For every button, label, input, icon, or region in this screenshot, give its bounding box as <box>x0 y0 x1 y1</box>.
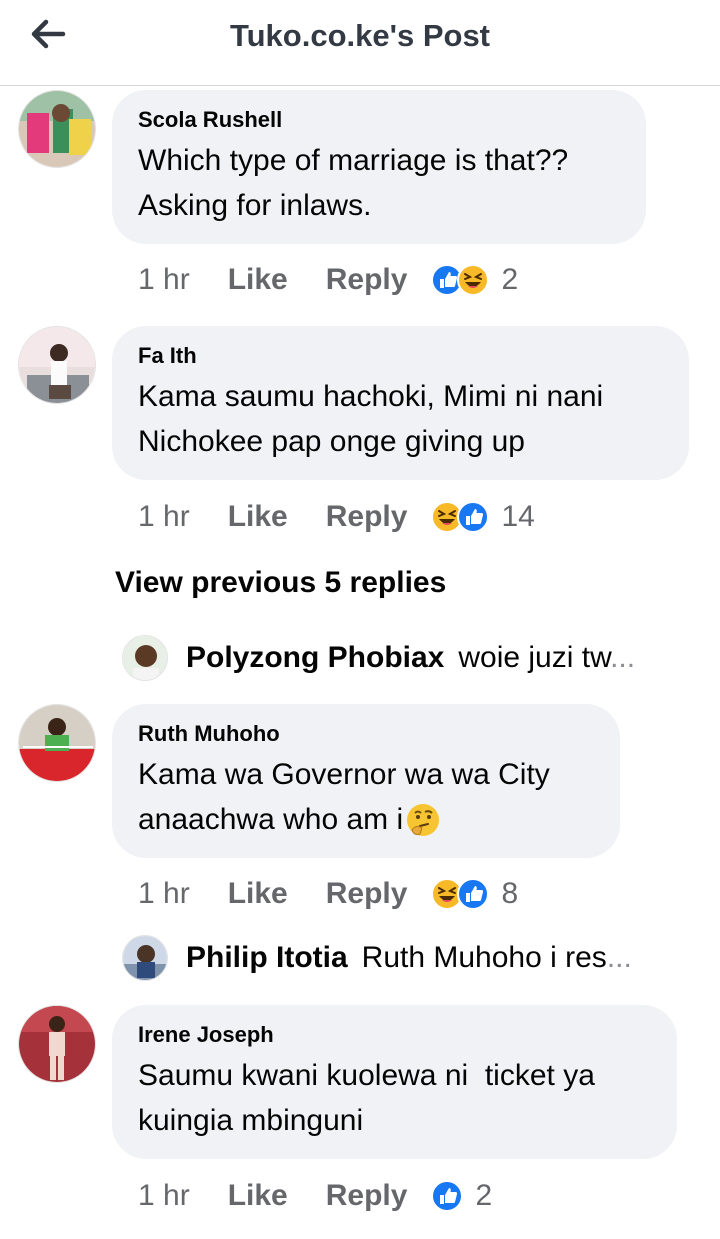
avatar[interactable] <box>18 704 96 782</box>
comment-line: Kama saumu hachoki, Mimi ni nani <box>138 380 604 413</box>
comment-time[interactable]: 1 hr <box>138 500 190 534</box>
top-bar: Tuko.co.ke's Post <box>0 0 720 86</box>
comment-author[interactable]: Ruth Muhoho <box>138 720 594 748</box>
comment-line: anaachwa who am i <box>138 803 404 836</box>
comment-line: Saumu kwani kuolewa ni ticket ya <box>138 1059 595 1092</box>
comment-actions: 1 hr Like Reply 14 <box>138 497 535 537</box>
reaction-summary[interactable] <box>431 1180 464 1212</box>
comment-time[interactable]: 1 hr <box>138 1179 190 1213</box>
comment-text: Saumu kwani kuolewa ni ticket ya kuingia… <box>138 1053 651 1143</box>
comment-actions: 1 hr Like Reply 8 <box>138 874 518 914</box>
comment-line: Asking for inlaws. <box>138 189 372 222</box>
comment-time[interactable]: 1 hr <box>138 877 190 911</box>
reply-author[interactable]: Polyzong Phobiax <box>186 641 444 675</box>
comment-line: Which type of marriage is that?? <box>138 144 569 177</box>
comment-bubble: Fa Ith Kama saumu hachoki, Mimi ni nani … <box>112 326 689 480</box>
avatar <box>122 635 168 681</box>
avatar[interactable] <box>18 326 96 404</box>
reaction-summary[interactable] <box>431 501 490 533</box>
comment-text: Kama saumu hachoki, Mimi ni nani Nichoke… <box>138 374 663 464</box>
reply-author[interactable]: Philip Itotia <box>186 941 348 975</box>
comment-bubble: Scola Rushell Which type of marriage is … <box>112 90 646 244</box>
like-button[interactable]: Like <box>228 1179 288 1213</box>
comment-line: Nichokee pap onge giving up <box>138 425 525 458</box>
like-button[interactable]: Like <box>228 877 288 911</box>
reaction-count[interactable]: 8 <box>501 877 518 911</box>
haha-reaction-icon <box>457 264 490 296</box>
avatar[interactable] <box>18 1005 96 1083</box>
reaction-summary[interactable] <box>431 264 490 296</box>
reply-preview[interactable]: Philip Itotia Ruth Muhoho i res... <box>122 934 702 982</box>
thinking-face-icon <box>407 803 440 836</box>
reply-preview[interactable]: Polyzong Phobiax woie juzi tw... <box>122 634 702 682</box>
comment-line: kuingia mbinguni <box>138 1104 364 1137</box>
comment-bubble: Ruth Muhoho Kama wa Governor wa wa City … <box>112 704 620 858</box>
comment-text: Kama wa Governor wa wa City anaachwa who… <box>138 752 594 842</box>
like-reaction-icon <box>457 501 490 533</box>
reply-button[interactable]: Reply <box>326 263 408 297</box>
comment-actions: 1 hr Like Reply 2 <box>138 1176 492 1216</box>
comment-author[interactable]: Scola Rushell <box>138 106 620 134</box>
reply-button[interactable]: Reply <box>326 500 408 534</box>
reaction-summary[interactable] <box>431 878 490 910</box>
reply-button[interactable]: Reply <box>326 1179 408 1213</box>
ellipsis: ... <box>606 941 632 974</box>
comment-line-with-emoji: anaachwa who am i <box>138 797 594 842</box>
comment-actions: 1 hr Like Reply 2 <box>138 260 518 300</box>
avatar <box>122 935 168 981</box>
comment-author[interactable]: Fa Ith <box>138 342 663 370</box>
comment-line: Kama wa Governor wa wa City <box>138 758 550 791</box>
like-button[interactable]: Like <box>228 263 288 297</box>
reply-button[interactable]: Reply <box>326 877 408 911</box>
reaction-count[interactable]: 2 <box>475 1179 492 1213</box>
comment-bubble: Irene Joseph Saumu kwani kuolewa ni tick… <box>112 1005 677 1159</box>
like-reaction-icon <box>431 1180 464 1212</box>
like-reaction-icon <box>457 878 490 910</box>
like-button[interactable]: Like <box>228 500 288 534</box>
reply-snippet-text: woie juzi tw <box>458 641 611 674</box>
reply-snippet: woie juzi tw... <box>458 641 635 675</box>
reaction-count[interactable]: 14 <box>501 500 534 534</box>
view-previous-replies-link[interactable]: View previous 5 replies <box>115 566 446 600</box>
page-title: Tuko.co.ke's Post <box>229 18 491 53</box>
reaction-count[interactable]: 2 <box>501 263 518 297</box>
comment-time[interactable]: 1 hr <box>138 263 190 297</box>
comment-author[interactable]: Irene Joseph <box>138 1021 651 1049</box>
ellipsis: ... <box>610 641 636 674</box>
comment-text: Which type of marriage is that?? Asking … <box>138 138 620 228</box>
reply-snippet: Ruth Muhoho i res... <box>362 941 632 975</box>
avatar[interactable] <box>18 90 96 168</box>
reply-snippet-text: Ruth Muhoho i res <box>361 941 607 974</box>
